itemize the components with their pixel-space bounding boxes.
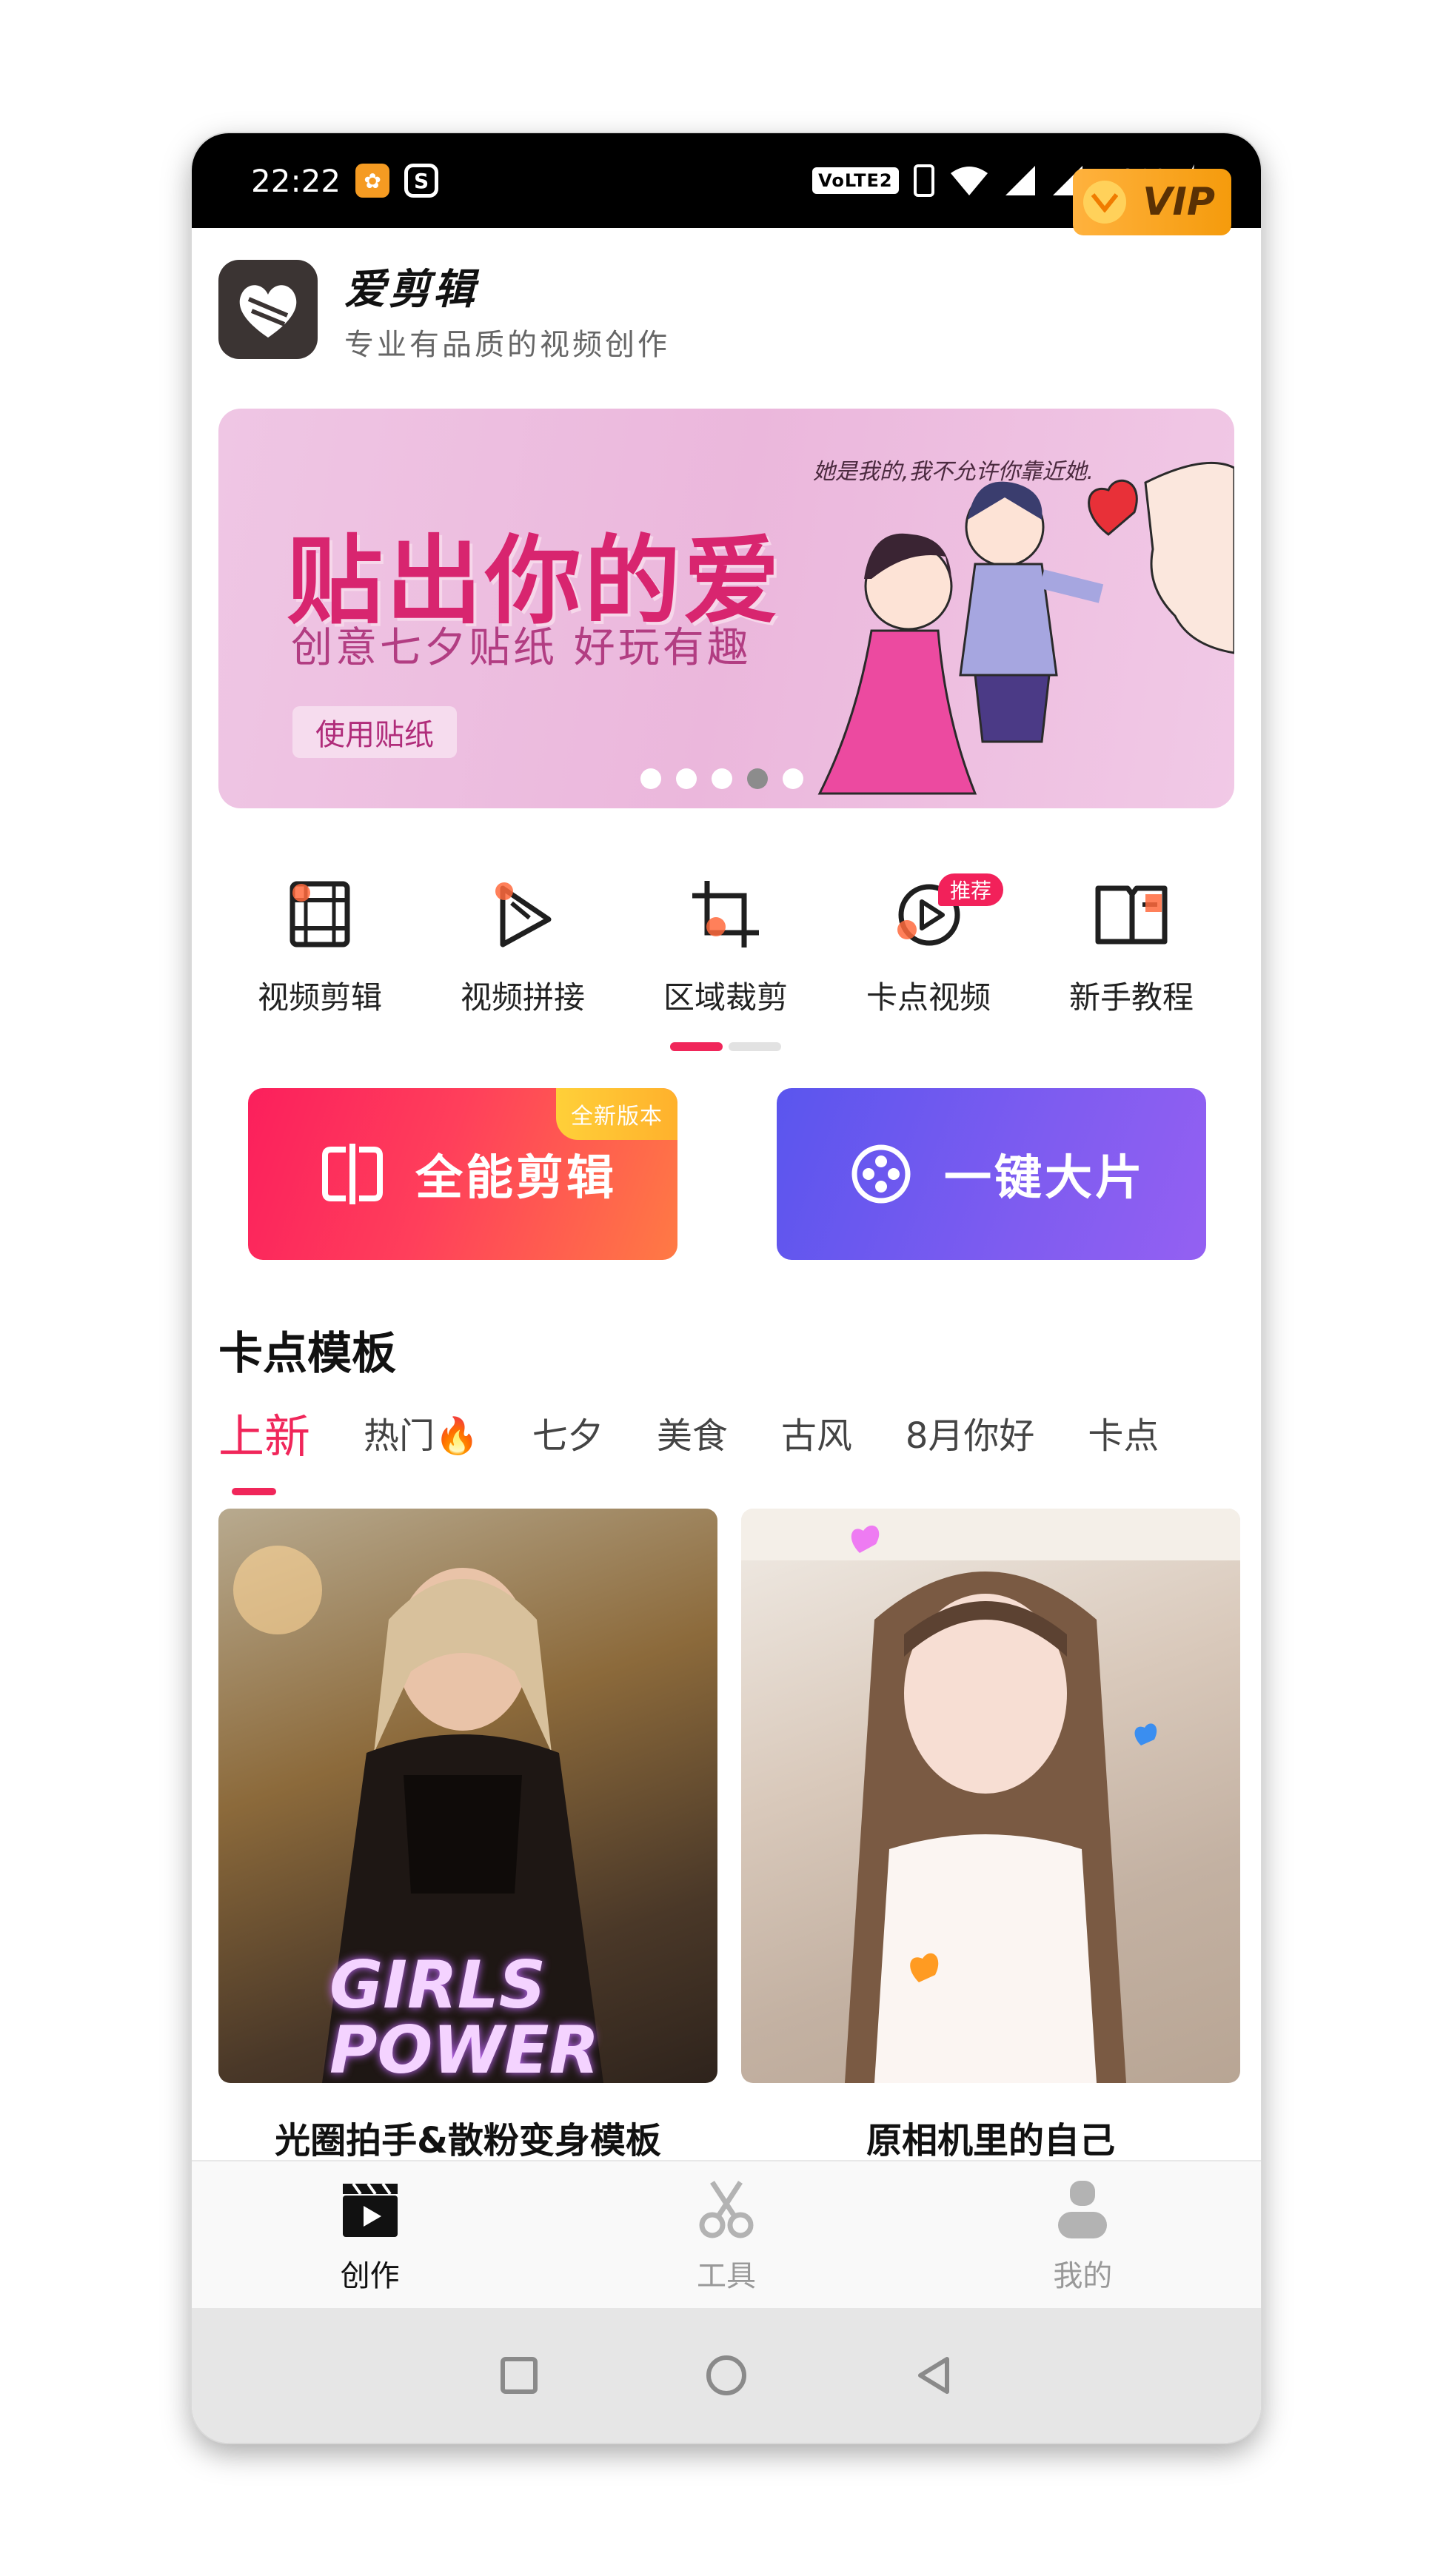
signal-icon-1 xyxy=(1004,164,1037,197)
promo-banner[interactable]: 贴出你的爱 创意七夕贴纸 好玩有趣 使用贴纸 她是我的,我不允许你靠近她. xyxy=(218,409,1234,808)
tool-video-join[interactable]: 视频拼接 xyxy=(421,873,624,1022)
template-thumbnail xyxy=(741,1509,1240,2083)
app-header: 爱剪辑 专业有品质的视频创作 xyxy=(218,258,1234,362)
phone-frame: 22:22 ✿ S VoLTE2 79% xyxy=(192,133,1261,2443)
category-tabs: 上新 热门🔥 七夕 美食 古风 8月你好 卡点 xyxy=(218,1399,1234,1495)
section-title: 卡点模板 xyxy=(218,1328,396,1380)
tutorial-book-icon xyxy=(1095,885,1168,945)
film-reel-icon xyxy=(851,1144,911,1204)
couple-illustration xyxy=(817,461,1234,795)
indicator xyxy=(729,1042,781,1051)
portrait-photo xyxy=(741,1509,1240,2083)
tool-video-edit[interactable]: 视频剪辑 xyxy=(218,873,421,1022)
uc-browser-icon: ✿ xyxy=(355,164,390,198)
heart-film-icon xyxy=(239,285,297,338)
split-frame-icon xyxy=(322,1144,383,1204)
one-click-movie-button[interactable]: 一键大片 xyxy=(777,1088,1206,1260)
banner-pagination xyxy=(640,768,803,789)
recommend-badge: 推荐 xyxy=(938,873,1004,906)
full-edit-button[interactable]: 全能剪辑 全新版本 xyxy=(248,1088,677,1260)
crop-icon xyxy=(692,881,759,947)
tool-area-crop[interactable]: 区域裁剪 xyxy=(624,873,827,1022)
tools-row: 视频剪辑 视频拼接 区域裁剪 推荐 卡点视频 新手教程 xyxy=(218,873,1234,1022)
vibrate-icon xyxy=(913,164,934,197)
clock: 22:22 xyxy=(251,162,341,199)
page-dot xyxy=(640,768,661,789)
tool-label: 视频拼接 xyxy=(460,979,585,1016)
nav-label: 工具 xyxy=(696,2259,756,2293)
app-slogan: 专业有品质的视频创作 xyxy=(344,327,670,362)
new-version-tag: 全新版本 xyxy=(556,1088,677,1140)
crown-icon xyxy=(1083,181,1126,224)
tool-label: 新手教程 xyxy=(1068,979,1194,1016)
tab-beat[interactable]: 卡点 xyxy=(1088,1406,1159,1458)
clapper-icon xyxy=(342,2182,398,2237)
full-edit-label: 全能剪辑 xyxy=(415,1151,617,1206)
nav-label: 创作 xyxy=(340,2259,400,2293)
banner-subtitle: 创意七夕贴纸 好玩有趣 xyxy=(291,624,752,672)
user-icon xyxy=(1058,2181,1108,2238)
app-name: 爱剪辑 xyxy=(344,265,478,314)
template-card[interactable]: 原相机里的自己 xyxy=(741,1509,1240,2163)
bottom-nav: 创作 工具 我的 xyxy=(192,2160,1261,2308)
tab-ancient[interactable]: 古风 xyxy=(781,1406,852,1458)
tool-tutorial[interactable]: 新手教程 xyxy=(1030,873,1233,1022)
sogou-icon: S xyxy=(404,164,439,198)
nav-tools[interactable]: 工具 xyxy=(548,2161,904,2308)
template-title: 原相机里的自己 xyxy=(866,2120,1115,2161)
nav-label: 我的 xyxy=(1053,2259,1113,2293)
tool-label: 区域裁剪 xyxy=(663,979,788,1016)
vip-button[interactable]: VIP xyxy=(1073,169,1231,235)
back-icon[interactable] xyxy=(911,2353,956,2398)
tab-food[interactable]: 美食 xyxy=(657,1406,728,1458)
page-dot xyxy=(783,768,803,789)
film-strip-icon xyxy=(290,881,350,947)
tools-page-indicator xyxy=(670,1042,781,1051)
page-dot-active xyxy=(747,768,768,789)
wifi-icon xyxy=(949,164,989,197)
tool-label: 视频剪辑 xyxy=(257,979,382,1016)
tab-hello-august[interactable]: 8月你好 xyxy=(906,1406,1035,1458)
play-join-icon xyxy=(495,882,552,947)
scissors-icon xyxy=(699,2181,754,2238)
recents-icon[interactable] xyxy=(497,2353,541,2398)
vip-label: VIP xyxy=(1142,180,1215,224)
nav-mine[interactable]: 我的 xyxy=(905,2161,1261,2308)
tab-new[interactable]: 上新 xyxy=(218,1399,310,1495)
use-sticker-button[interactable]: 使用贴纸 xyxy=(292,706,457,758)
tab-hot[interactable]: 热门🔥 xyxy=(364,1406,479,1458)
system-nav-bar xyxy=(192,2308,1261,2443)
tool-label: 卡点视频 xyxy=(866,979,991,1016)
template-title: 光圈拍手&散粉变身模板 xyxy=(275,2120,661,2161)
nav-create[interactable]: 创作 xyxy=(192,2161,548,2308)
page-dot xyxy=(676,768,697,789)
tab-qixi[interactable]: 七夕 xyxy=(532,1406,603,1458)
volte-indicator: VoLTE2 xyxy=(812,167,899,194)
girls-power-overlay: GIRLS POWER xyxy=(329,1947,600,2083)
indicator-active xyxy=(670,1042,723,1051)
home-icon[interactable] xyxy=(704,2353,749,2398)
template-card[interactable]: GIRLS POWER 光圈拍手&散粉变身模板 xyxy=(218,1509,717,2163)
tool-beat-video[interactable]: 推荐 卡点视频 xyxy=(827,873,1030,1022)
app-logo xyxy=(218,260,318,359)
page-dot xyxy=(712,768,732,789)
one-click-movie-label: 一键大片 xyxy=(944,1151,1145,1206)
template-thumbnail: GIRLS POWER xyxy=(218,1509,717,2083)
